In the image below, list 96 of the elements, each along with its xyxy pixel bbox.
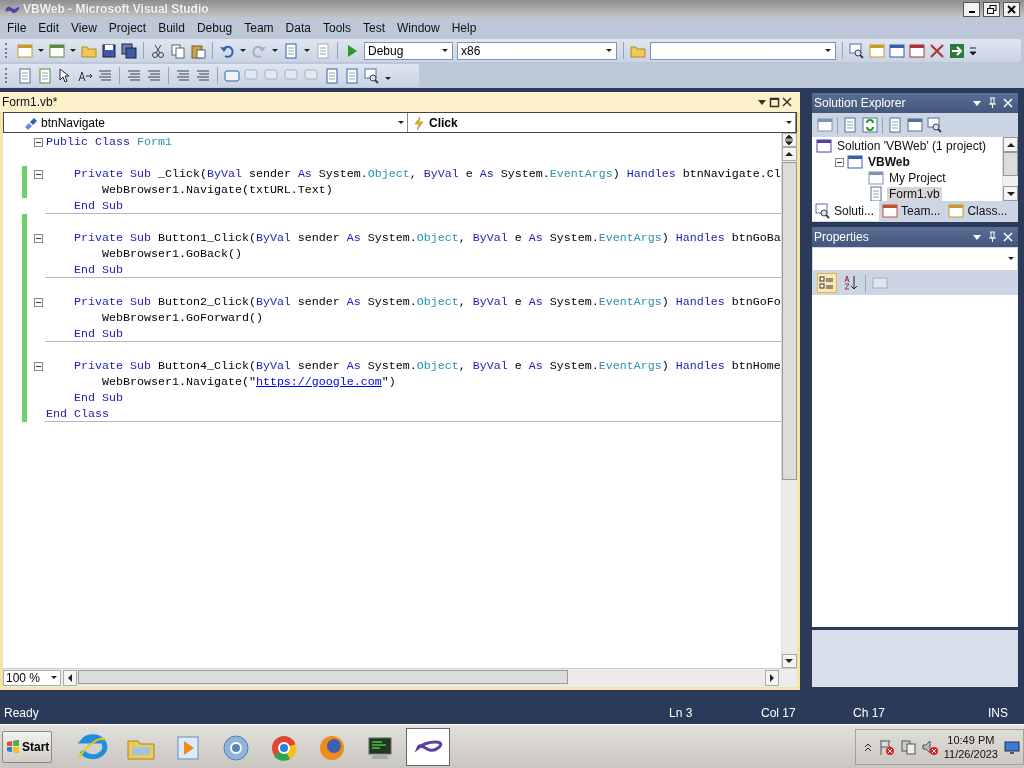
character-indicator: Ch 17 (853, 706, 887, 720)
minimize-button[interactable] (963, 1, 980, 17)
code-line: WebBrowser1.GoBack() (102, 246, 242, 262)
control-icon[interactable] (24, 115, 38, 130)
show-hidden-icons-icon[interactable] (863, 741, 872, 752)
scroll-left-icon[interactable] (67, 674, 73, 682)
maximize-icon[interactable] (769, 96, 780, 108)
menu-item[interactable]: File (1, 21, 33, 35)
windows-flag-icon[interactable] (6, 739, 20, 754)
splitter-icon[interactable] (784, 135, 795, 145)
magnifier-window-icon[interactable] (849, 42, 865, 59)
dropdown-icon[interactable] (972, 232, 982, 242)
code-line: End Sub (74, 197, 123, 214)
menu-item[interactable]: Edit (32, 21, 66, 35)
panel-tab[interactable]: Soluti... (812, 201, 880, 221)
flag-error-icon[interactable] (877, 738, 894, 755)
network-icon[interactable] (899, 738, 916, 755)
tree-item[interactable]: Solution 'VBWeb' (1 project) (835, 139, 989, 153)
menu-item[interactable]: Project (102, 21, 153, 35)
scroll-right-icon[interactable] (769, 674, 775, 682)
code-line: Private Sub _Click(ByVal sender As System.Object, ByVal e As System.EventArgs) Handles btnNavigate.Cl (74, 166, 781, 182)
solution-icon[interactable] (816, 138, 832, 154)
code-line: End Sub (74, 325, 123, 342)
menu-item[interactable]: Tools (316, 21, 357, 35)
project-icon[interactable] (847, 154, 863, 170)
code-line: Private Sub Button4_Click(ByVal sender As System.Object, ByVal e As System.EventArgs) Handles btnHome (74, 358, 781, 374)
copy-icon[interactable] (170, 42, 186, 59)
close-icon[interactable] (1007, 4, 1016, 14)
code-line: Private Sub Button1_Click(ByVal sender As System.Object, ByVal e As System.EventArgs) Handles btnGoBa (74, 230, 781, 246)
scroll-up-icon[interactable] (1006, 141, 1015, 148)
panel-title: Solution Explorer (814, 96, 907, 110)
menu-item[interactable]: View (65, 21, 103, 35)
menu-item[interactable]: Help (445, 21, 483, 35)
tree-item[interactable]: Form1.vb (887, 187, 942, 201)
code-line: End Sub (74, 261, 123, 278)
pin-icon[interactable] (987, 231, 998, 243)
dropdown-icon[interactable] (757, 97, 767, 107)
zoom-dropdown[interactable]: 100 % (3, 670, 61, 686)
close-button[interactable] (1003, 1, 1020, 17)
collapse-icon[interactable] (33, 169, 43, 179)
start-button[interactable]: Start (2, 730, 52, 763)
collapse-icon[interactable] (835, 157, 844, 167)
show-desktop-icon[interactable] (1004, 738, 1020, 755)
scroll-down-icon[interactable] (785, 658, 794, 664)
menu-item[interactable]: Team (238, 21, 280, 35)
configuration-dropdown[interactable]: Debug (364, 41, 453, 60)
window-title: VBWeb - Microsoft Visual Studio (23, 2, 209, 16)
code-line: WebBrowser1.GoForward() (102, 310, 263, 326)
status-message: Ready (3, 706, 40, 720)
tree-item[interactable]: My Project (887, 171, 948, 185)
cut-icon[interactable] (150, 42, 166, 59)
taskbar-button[interactable] (406, 727, 450, 766)
overflow-icon[interactable] (969, 44, 977, 57)
menu-item[interactable]: Build (152, 21, 191, 35)
insert-mode-indicator: INS (988, 706, 1009, 720)
panel-title: Properties (814, 230, 870, 244)
menu-item[interactable]: Data (279, 21, 317, 35)
collapse-icon[interactable] (33, 361, 43, 371)
code-line: Private Sub Button2_Click(ByVal sender As System.Object, ByVal e As System.EventArgs) Handles btnGoFo (74, 294, 781, 310)
save-all-icon[interactable] (121, 42, 137, 59)
method-dropdown[interactable]: Click (408, 113, 796, 132)
platform-dropdown[interactable]: x86 (457, 41, 617, 60)
save-icon[interactable] (101, 42, 117, 59)
horizontal-scrollbar[interactable] (63, 670, 779, 686)
document-icon[interactable] (17, 67, 33, 84)
column-indicator: Col 17 (761, 706, 797, 720)
code-line: End Sub (74, 390, 123, 406)
panel-tab[interactable]: Class... (945, 201, 1013, 221)
menu-item[interactable]: Window (391, 21, 446, 35)
class-dropdown[interactable]: btnNavigate (4, 113, 408, 132)
panel-tab[interactable]: Team... (879, 201, 946, 221)
menu-item[interactable]: Test (356, 21, 391, 35)
dropdown-icon[interactable] (972, 98, 982, 108)
arrow-icon[interactable] (949, 42, 965, 59)
close-icon[interactable] (782, 97, 792, 107)
rectangle-icon[interactable] (224, 67, 240, 84)
collapse-icon[interactable] (33, 137, 43, 147)
collapse-icon[interactable] (33, 297, 43, 307)
vertical-scrollbar[interactable] (780, 133, 797, 668)
clock-date: 11/26/2023 (943, 746, 998, 761)
scroll-up-icon[interactable] (785, 151, 794, 157)
code-line: Public Class Form1 (46, 134, 172, 150)
code-line: WebBrowser1.Navigate(txtURL.Text) (102, 182, 333, 198)
vertical-scrollbar[interactable] (1002, 137, 1018, 201)
tree-item[interactable]: VBWeb (866, 155, 912, 169)
code-line: End Class (46, 405, 109, 422)
pin-icon[interactable] (987, 97, 998, 109)
paste-icon[interactable] (190, 42, 206, 59)
refresh-icon[interactable] (862, 117, 878, 133)
speaker-muted-icon[interactable] (921, 738, 938, 755)
menu-item[interactable]: Debug (190, 21, 239, 35)
collapse-icon[interactable] (33, 233, 43, 243)
code-line: WebBrowser1.Navigate("https://google.com") (102, 374, 396, 390)
scroll-down-icon[interactable] (1006, 190, 1015, 197)
clock-time: 10:49 PM (947, 732, 995, 747)
line-indicator: Ln 3 (669, 706, 694, 720)
